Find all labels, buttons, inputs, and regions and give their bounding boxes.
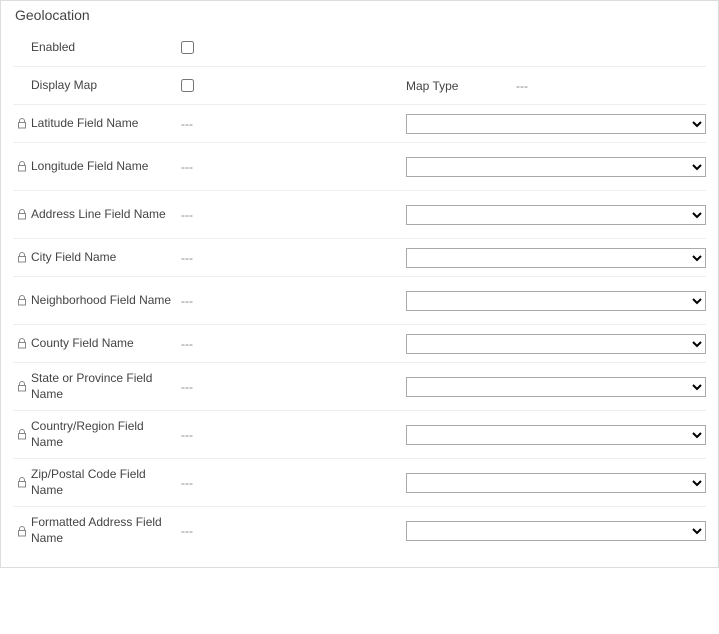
row-display-map: Display Map Map Type --- — [13, 67, 706, 105]
select-city[interactable] — [406, 248, 706, 268]
lock-icon — [17, 429, 27, 440]
row-latitude: Latitude Field Name --- — [13, 105, 706, 143]
geolocation-panel: Geolocation Enabled Display Map Map Type… — [0, 0, 719, 568]
label-map-type: Map Type — [376, 79, 516, 93]
value-zip: --- — [181, 476, 376, 490]
lock-icon — [17, 526, 27, 537]
value-longitude: --- — [181, 160, 376, 174]
select-latitude[interactable] — [406, 114, 706, 134]
value-state: --- — [181, 380, 376, 394]
row-zip: Zip/Postal Code Field Name --- — [13, 459, 706, 507]
value-county: --- — [181, 337, 376, 351]
value-country: --- — [181, 428, 376, 442]
value-city: --- — [181, 251, 376, 265]
select-zip[interactable] — [406, 473, 706, 493]
label-country: Country/Region Field Name — [31, 419, 181, 450]
label-longitude: Longitude Field Name — [31, 159, 181, 175]
value-formatted: --- — [181, 524, 376, 538]
value-map-type: --- — [516, 79, 528, 93]
checkbox-enabled[interactable] — [181, 41, 194, 54]
value-neighborhood: --- — [181, 294, 376, 308]
row-formatted: Formatted Address Field Name --- — [13, 507, 706, 555]
row-neighborhood: Neighborhood Field Name --- — [13, 277, 706, 325]
label-city: City Field Name — [31, 250, 181, 266]
label-display-map: Display Map — [31, 78, 181, 94]
checkbox-display-map[interactable] — [181, 79, 194, 92]
label-latitude: Latitude Field Name — [31, 116, 181, 132]
select-neighborhood[interactable] — [406, 291, 706, 311]
row-address-line: Address Line Field Name --- — [13, 191, 706, 239]
lock-icon — [17, 295, 27, 306]
lock-icon — [17, 477, 27, 488]
label-formatted: Formatted Address Field Name — [31, 515, 181, 546]
value-latitude: --- — [181, 117, 376, 131]
select-state[interactable] — [406, 377, 706, 397]
label-enabled: Enabled — [31, 40, 181, 56]
lock-icon — [17, 118, 27, 129]
select-formatted[interactable] — [406, 521, 706, 541]
select-county[interactable] — [406, 334, 706, 354]
label-address-line: Address Line Field Name — [31, 207, 181, 223]
label-county: County Field Name — [31, 336, 181, 352]
lock-icon — [17, 338, 27, 349]
select-country[interactable] — [406, 425, 706, 445]
row-city: City Field Name --- — [13, 239, 706, 277]
label-state: State or Province Field Name — [31, 371, 181, 402]
row-longitude: Longitude Field Name --- — [13, 143, 706, 191]
lock-icon — [17, 161, 27, 172]
panel-title: Geolocation — [13, 7, 706, 23]
lock-icon — [17, 209, 27, 220]
row-state: State or Province Field Name --- — [13, 363, 706, 411]
lock-icon — [17, 252, 27, 263]
row-county: County Field Name --- — [13, 325, 706, 363]
label-zip: Zip/Postal Code Field Name — [31, 467, 181, 498]
label-neighborhood: Neighborhood Field Name — [31, 293, 181, 309]
select-address-line[interactable] — [406, 205, 706, 225]
value-address-line: --- — [181, 208, 376, 222]
row-country: Country/Region Field Name --- — [13, 411, 706, 459]
select-longitude[interactable] — [406, 157, 706, 177]
lock-icon — [17, 381, 27, 392]
row-enabled: Enabled — [13, 29, 706, 67]
